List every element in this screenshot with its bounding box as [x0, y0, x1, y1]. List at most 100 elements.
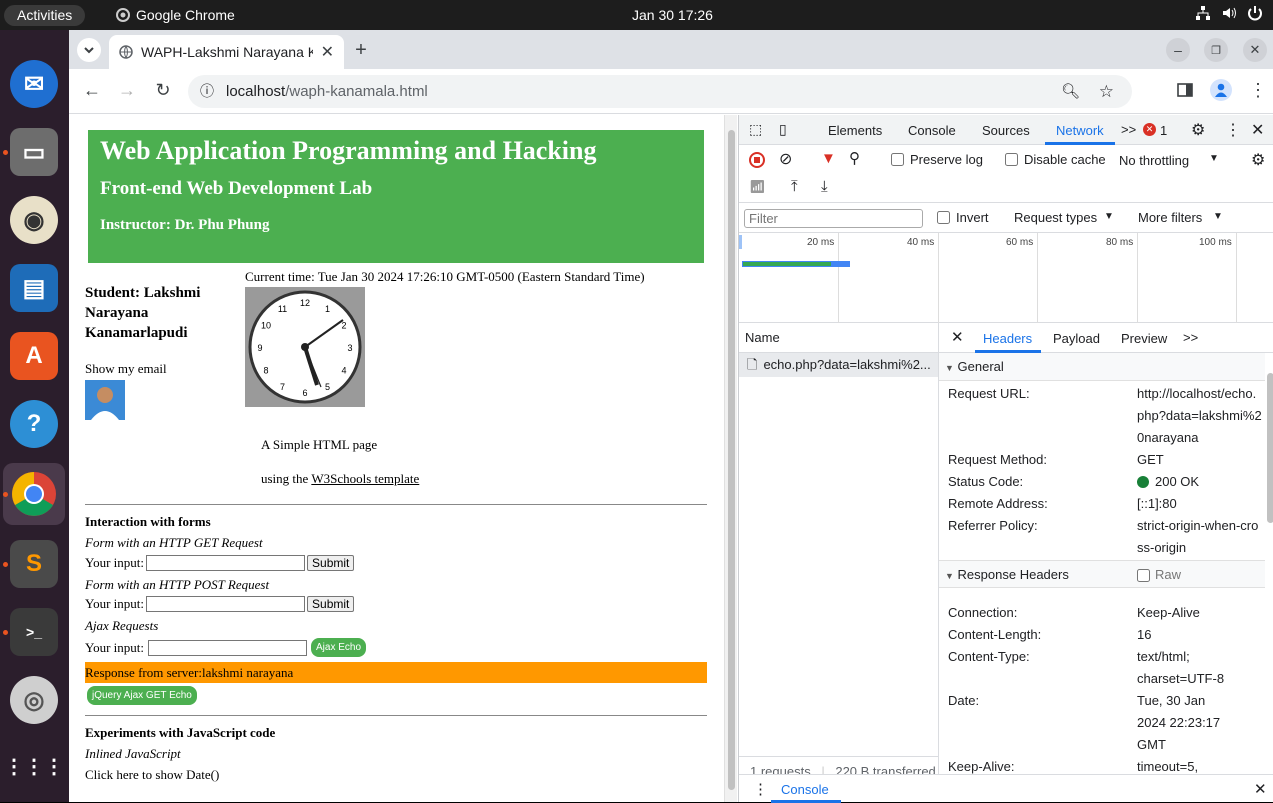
- app-menu[interactable]: Google Chrome: [116, 6, 235, 24]
- back-button[interactable]: ←: [81, 79, 103, 101]
- get-input[interactable]: [146, 555, 306, 571]
- record-stop-icon[interactable]: [749, 152, 765, 168]
- caret-down-icon[interactable]: ▼: [1104, 211, 1114, 222]
- post-input[interactable]: [146, 596, 306, 612]
- filter-input[interactable]: [744, 209, 923, 228]
- restore-button[interactable]: ❐: [1204, 38, 1228, 62]
- inspect-element-icon[interactable]: ⬚: [749, 121, 762, 138]
- page-scrollbar[interactable]: [724, 115, 737, 802]
- avatar-icon: [1215, 83, 1227, 97]
- files-icon[interactable]: ▭: [10, 128, 58, 176]
- tab-close-icon[interactable]: ✕: [321, 42, 334, 62]
- drawer-console-tab[interactable]: Console: [781, 782, 829, 797]
- show-apps-icon[interactable]: ⋮⋮⋮: [4, 742, 64, 790]
- tab-console[interactable]: Console: [908, 123, 956, 138]
- jquery-ajax-button[interactable]: jQuery Ajax GET Echo: [87, 686, 197, 705]
- raw-checkbox[interactable]: Raw: [1137, 561, 1181, 589]
- more-tabs-button[interactable]: >>: [1121, 122, 1136, 137]
- search-icon[interactable]: ⚲: [849, 149, 860, 167]
- ajax-echo-button[interactable]: Ajax Echo: [311, 638, 367, 657]
- request-row[interactable]: 🗋︎ echo.php?data=lakshmi%2...: [739, 353, 938, 377]
- disable-cache-label: Disable cache: [1024, 152, 1106, 167]
- header-key: Content-Type:: [948, 649, 1030, 664]
- more-filters-dropdown[interactable]: More filters: [1138, 210, 1202, 225]
- close-details-icon[interactable]: ✕: [951, 328, 964, 346]
- general-key: Referrer Policy:: [948, 518, 1038, 533]
- export-har-icon[interactable]: ⤓: [821, 178, 828, 195]
- preserve-log-checkbox[interactable]: Preserve log: [891, 152, 983, 167]
- post-submit-button[interactable]: Submit: [307, 596, 355, 612]
- info-icon[interactable]: ⓘ: [200, 75, 214, 108]
- settings-gear-icon[interactable]: ⚙: [1191, 120, 1205, 140]
- more-detail-tabs[interactable]: >>: [1183, 330, 1198, 345]
- invert-box[interactable]: [937, 211, 950, 224]
- bookmark-star-icon[interactable]: ☆: [1099, 75, 1114, 108]
- close-devtools-icon[interactable]: ✕: [1251, 120, 1264, 140]
- caret-down-icon[interactable]: ▼: [1213, 211, 1223, 222]
- drawer-menu-icon[interactable]: ⋮: [753, 780, 768, 798]
- network-settings-icon[interactable]: ⚙: [1251, 150, 1265, 170]
- throttling-select[interactable]: No throttling: [1119, 153, 1189, 168]
- thunderbird-icon[interactable]: ✉: [10, 60, 58, 108]
- filter-funnel-icon[interactable]: ▼: [821, 150, 836, 167]
- get-submit-button[interactable]: Submit: [307, 555, 355, 571]
- help-icon[interactable]: ?: [10, 400, 58, 448]
- dvd-icon[interactable]: ◎: [10, 676, 58, 724]
- minimize-button[interactable]: –: [1166, 38, 1190, 62]
- reload-button[interactable]: ↻: [152, 79, 174, 101]
- chrome-menu-button[interactable]: ⋮: [1247, 79, 1269, 101]
- clear-icon[interactable]: ⊘: [779, 149, 792, 169]
- tab-network[interactable]: Network: [1056, 123, 1104, 138]
- url-path: /waph-kanamala.html: [285, 83, 428, 100]
- caret-down-icon[interactable]: ▼: [1209, 153, 1219, 164]
- profile-button[interactable]: [1210, 79, 1232, 101]
- disable-cache-checkbox[interactable]: Disable cache: [1005, 152, 1106, 167]
- clock[interactable]: Jan 30 17:26: [632, 6, 713, 24]
- timeline-handle[interactable]: [739, 235, 742, 249]
- chrome-dock-icon[interactable]: [3, 463, 65, 525]
- import-har-icon[interactable]: ⤒: [791, 178, 798, 195]
- zoom-icon[interactable]: 🔍︎: [1061, 75, 1080, 108]
- w3schools-link[interactable]: W3Schools template: [311, 471, 419, 486]
- scrollbar-thumb[interactable]: [728, 130, 735, 790]
- preserve-log-box[interactable]: [891, 153, 904, 166]
- address-bar[interactable]: ⓘ localhost/waph-kanamala.html 🔍︎ ☆: [188, 75, 1132, 108]
- show-email-link[interactable]: Show my email: [85, 361, 167, 377]
- devtools-menu-icon[interactable]: ⋮: [1225, 120, 1241, 140]
- tick-label: 100 ms: [1199, 237, 1232, 248]
- response-headers-section-header[interactable]: ▼ Response Headers Raw: [939, 560, 1265, 588]
- ubuntu-software-icon[interactable]: A: [10, 332, 58, 380]
- sublime-text-icon[interactable]: S: [10, 540, 58, 588]
- network-conditions-icon[interactable]: 📶︎: [749, 179, 766, 195]
- system-tray[interactable]: [1195, 5, 1263, 21]
- details-scrollbar[interactable]: [1267, 373, 1273, 523]
- new-tab-button[interactable]: +: [349, 38, 373, 62]
- tab-headers[interactable]: Headers: [983, 331, 1032, 346]
- terminal-icon[interactable]: >_: [10, 608, 58, 656]
- close-drawer-icon[interactable]: ✕: [1254, 780, 1267, 798]
- general-section-header[interactable]: ▼ General: [939, 353, 1265, 381]
- close-window-button[interactable]: ✕: [1243, 38, 1267, 62]
- device-toolbar-icon[interactable]: ▯: [779, 121, 787, 138]
- tab-sources[interactable]: Sources: [982, 123, 1030, 138]
- disable-cache-box[interactable]: [1005, 153, 1018, 166]
- invert-checkbox[interactable]: Invert: [937, 210, 989, 225]
- activities-button[interactable]: Activities: [4, 5, 86, 26]
- rhythmbox-icon[interactable]: ◉: [10, 196, 58, 244]
- libreoffice-writer-icon[interactable]: ▤: [10, 264, 58, 312]
- forward-button[interactable]: →: [116, 79, 138, 101]
- tab-search-button[interactable]: [77, 38, 101, 62]
- raw-box[interactable]: [1137, 568, 1150, 582]
- request-types-dropdown[interactable]: Request types: [1014, 210, 1097, 225]
- name-column-header[interactable]: Name: [739, 323, 938, 353]
- ajax-input[interactable]: [148, 639, 308, 656]
- show-date-text[interactable]: Click here to show Date(): [85, 767, 219, 783]
- error-icon[interactable]: ✕: [1143, 123, 1156, 136]
- tab-elements[interactable]: Elements: [828, 123, 882, 138]
- tab-preview[interactable]: Preview: [1121, 331, 1167, 346]
- tab-active[interactable]: WAPH-Lakshmi Narayana Kanamarlapudi ✕: [109, 35, 344, 69]
- side-panel-button[interactable]: [1175, 80, 1195, 100]
- error-count[interactable]: 1: [1160, 123, 1167, 138]
- tab-payload[interactable]: Payload: [1053, 331, 1100, 346]
- get-form-label: Form with an HTTP GET Request: [85, 535, 263, 550]
